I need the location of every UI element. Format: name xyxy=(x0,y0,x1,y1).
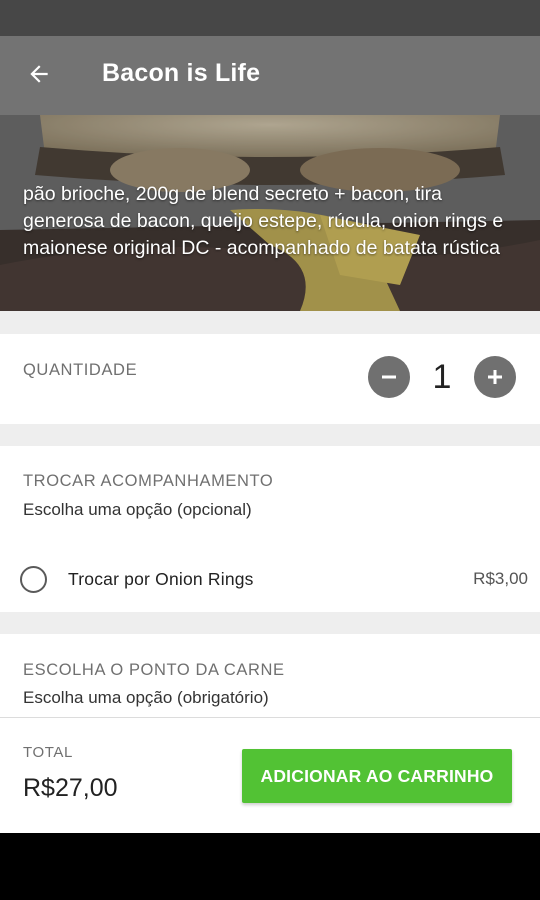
minus-icon xyxy=(382,375,396,379)
meat-point-subtitle: Escolha uma opção (obrigatório) xyxy=(23,688,269,707)
arrow-left-icon xyxy=(30,64,48,83)
status-bar xyxy=(0,0,540,36)
total-value: R$27,00 xyxy=(23,774,118,802)
meat-point-card: ESCOLHA O PONTO DA CARNE Escolha uma opç… xyxy=(0,634,540,717)
page-title: Bacon is Life xyxy=(102,59,261,87)
quantity-card: QUANTIDADE 1 xyxy=(0,334,540,424)
add-to-cart-button[interactable]: ADICIONAR AO CARRINHO xyxy=(242,749,512,803)
side-swap-title: TROCAR ACOMPANHAMENTO xyxy=(23,472,274,490)
decrease-quantity-button[interactable] xyxy=(368,356,410,398)
radio-button[interactable] xyxy=(20,565,47,593)
increase-quantity-button[interactable] xyxy=(474,356,516,398)
option-label: Trocar por Onion Rings xyxy=(68,568,254,589)
side-swap-card: TROCAR ACOMPANHAMENTO Escolha uma opção … xyxy=(0,446,540,612)
product-description: pão brioche, 200g de blend secreto + bac… xyxy=(23,183,504,259)
total-label: TOTAL xyxy=(23,744,73,761)
navigation-bar xyxy=(0,833,540,900)
app-bar: Bacon is Life xyxy=(0,36,540,115)
option-price: R$3,00 xyxy=(473,569,528,588)
side-swap-subtitle: Escolha uma opção (opcional) xyxy=(23,500,252,519)
quantity-label: QUANTIDADE xyxy=(23,361,138,379)
product-hero: pão brioche, 200g de blend secreto + bac… xyxy=(0,115,540,311)
plus-icon xyxy=(488,370,502,384)
quantity-value: 1 xyxy=(432,357,452,396)
options-scroll-area[interactable]: QUANTIDADE 1 TROCAR ACOMPANHAMENTO Escol… xyxy=(0,311,540,717)
meat-point-title: ESCOLHA O PONTO DA CARNE xyxy=(23,661,285,679)
option-onion-rings[interactable]: Trocar por Onion Rings R$3,00 xyxy=(0,558,540,600)
back-button[interactable] xyxy=(0,36,80,115)
checkout-bar: TOTAL R$27,00 ADICIONAR AO CARRINHO xyxy=(0,717,540,833)
quantity-stepper: 1 xyxy=(368,356,516,398)
